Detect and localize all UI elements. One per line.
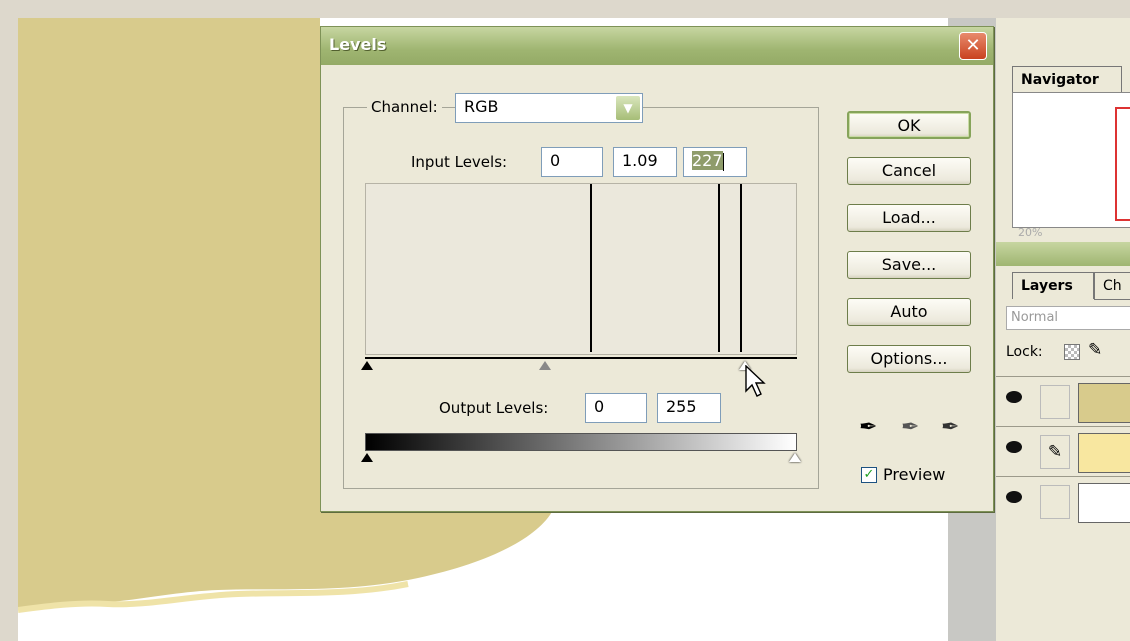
navigator-preview[interactable] (1012, 92, 1130, 228)
brush-icon: ✎ (1040, 435, 1070, 469)
navigator-palette: Navigator 20% (996, 36, 1130, 239)
channel-value: RGB (464, 97, 499, 116)
input-gamma-field[interactable]: 1.09 (613, 147, 677, 177)
auto-button[interactable]: Auto (847, 298, 971, 326)
input-levels-label: Input Levels: (411, 153, 508, 171)
output-levels-label: Output Levels: (439, 399, 549, 417)
dialog-title: Levels (329, 35, 387, 54)
histogram-bar (718, 184, 720, 352)
eye-icon[interactable] (1006, 491, 1022, 503)
levels-dialog: Levels ✕ Channel: RGB ▼ Input Levels: 0 … (320, 26, 994, 512)
preview-checkbox[interactable]: ✓ (861, 467, 877, 483)
workspace: Navigator 20% Layers Ch Normal Lock: ✎ ✎ (18, 18, 1130, 641)
histogram-bar (590, 184, 592, 352)
preview-label[interactable]: Preview (883, 465, 945, 484)
lock-transparency-icon[interactable] (1064, 344, 1080, 360)
input-white-field[interactable]: 227 (683, 147, 747, 177)
layer-link-slot[interactable] (1040, 485, 1070, 519)
channel-label: Channel: (367, 98, 442, 116)
load-button[interactable]: Load... (847, 204, 971, 232)
layer-link-slot[interactable] (1040, 385, 1070, 419)
gray-eyedropper-icon[interactable]: ✒ (901, 415, 919, 440)
eye-icon[interactable] (1006, 391, 1022, 403)
layers-list: ✎ (996, 376, 1130, 526)
layer-thumbnail (1078, 483, 1130, 523)
options-button[interactable]: Options... (847, 345, 971, 373)
palettes-panel: Navigator 20% Layers Ch Normal Lock: ✎ ✎ (996, 18, 1130, 641)
tab-navigator[interactable]: Navigator (1012, 66, 1122, 93)
layers-tab-label: Layers (1021, 278, 1073, 294)
input-white-value: 227 (692, 151, 723, 170)
histogram (365, 183, 797, 355)
layer-thumbnail (1078, 433, 1130, 473)
chevron-down-icon[interactable]: ▼ (616, 96, 640, 120)
save-button[interactable]: Save... (847, 251, 971, 279)
channel-select[interactable]: RGB ▼ (455, 93, 643, 123)
input-slider-track[interactable] (365, 357, 797, 359)
close-button[interactable]: ✕ (959, 32, 987, 60)
white-eyedropper-icon[interactable]: ✒ (941, 415, 959, 440)
lock-image-icon[interactable]: ✎ (1088, 340, 1102, 360)
zoom-readout: 20% (1018, 226, 1043, 239)
navigator-tab-label: Navigator (1021, 72, 1099, 88)
output-black-field[interactable]: 0 (585, 393, 647, 423)
layer-row[interactable] (996, 376, 1130, 425)
layers-palette-titlebar[interactable] (996, 242, 1130, 266)
view-box[interactable] (1115, 107, 1130, 221)
black-eyedropper-icon[interactable]: ✒ (859, 415, 877, 440)
input-black-field[interactable]: 0 (541, 147, 603, 177)
input-gamma-slider-handle[interactable] (539, 361, 551, 370)
layer-thumbnail (1078, 383, 1130, 423)
channels-tab-label: Ch (1103, 278, 1122, 294)
histogram-bar (740, 184, 742, 352)
ok-button[interactable]: OK (847, 111, 971, 139)
eye-icon[interactable] (1006, 441, 1022, 453)
output-gradient-bar (365, 433, 797, 451)
output-white-slider-handle[interactable] (789, 453, 801, 462)
output-black-slider-handle[interactable] (361, 453, 373, 462)
layer-row[interactable]: ✎ (996, 426, 1130, 475)
dialog-titlebar[interactable]: Levels ✕ (321, 27, 993, 65)
tab-layers[interactable]: Layers (1012, 272, 1094, 299)
lock-label: Lock: (1006, 344, 1043, 360)
layer-row[interactable] (996, 476, 1130, 525)
cancel-button[interactable]: Cancel (847, 157, 971, 185)
input-black-slider-handle[interactable] (361, 361, 373, 370)
mouse-cursor-icon (745, 365, 766, 397)
blend-mode-select[interactable]: Normal (1006, 306, 1130, 330)
output-white-field[interactable]: 255 (657, 393, 721, 423)
tab-channels[interactable]: Ch (1094, 272, 1130, 300)
